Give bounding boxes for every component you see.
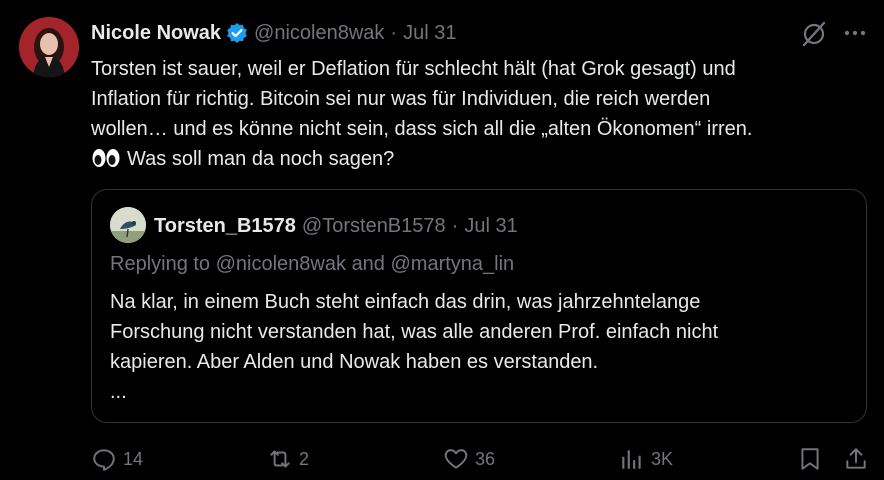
- views-count: 3K: [651, 448, 674, 469]
- quoted-header-separator: ·: [451, 214, 459, 237]
- quoted-author-avatar[interactable]: [110, 207, 146, 243]
- reply-icon: [93, 449, 115, 471]
- mention-link[interactable]: @martyna_lin: [391, 253, 515, 275]
- tweet-text-line: Inflation für richtig. Bitcoin sei nur w…: [91, 88, 711, 110]
- quoted-author-name[interactable]: Torsten_B1578: [154, 215, 296, 238]
- tweet-text: Torsten ist sauer, weil er Deflation für…: [91, 54, 871, 174]
- like-icon: [444, 449, 468, 469]
- header-separator: ·: [390, 21, 398, 44]
- views-button[interactable]: 3K: [619, 444, 673, 474]
- reply-button[interactable]: 14: [91, 444, 143, 474]
- views-icon: [622, 450, 641, 469]
- repost-icon: [270, 450, 290, 468]
- replying-to-prefix: Replying to: [110, 253, 211, 275]
- author-avatar[interactable]: [19, 17, 79, 77]
- quoted-tweet-text: Na klar, in einem Buch steht einfach das…: [110, 287, 850, 407]
- reply-count: 14: [123, 448, 144, 469]
- quoted-text-line: ...: [110, 381, 127, 403]
- bookmark-icon: [801, 448, 819, 470]
- repost-count: 2: [299, 448, 310, 469]
- bookmark-button[interactable]: [797, 444, 829, 474]
- quoted-tweet[interactable]: Torsten_B1578 @TorstenB1578 · Jul 31 Rep…: [91, 189, 867, 423]
- more-icon[interactable]: [842, 22, 868, 44]
- tweet-text-line: wollen… und es könne nicht sein, dass si…: [91, 118, 753, 140]
- verified-badge-icon[interactable]: [226, 22, 248, 44]
- author-handle[interactable]: @nicolen8wak: [254, 22, 384, 45]
- replying-to-and: and: [351, 253, 385, 275]
- quoted-tweet-date: Jul 31: [464, 214, 518, 237]
- grok-icon[interactable]: [800, 20, 828, 48]
- like-button[interactable]: 36: [443, 444, 495, 474]
- tweet-date[interactable]: Jul 31: [403, 22, 456, 45]
- tweet-header: Nicole Nowak @nicolen8wak · Jul 31: [91, 19, 456, 47]
- replying-to: Replying to @nicolen8wak and @martyna_li…: [110, 253, 514, 276]
- share-button[interactable]: [843, 444, 875, 474]
- quoted-tweet-header: Torsten_B1578 @TorstenB1578 · Jul 31: [154, 212, 518, 240]
- tweet-text-line: Was soll man da noch sagen?: [127, 148, 395, 170]
- quoted-text-line: Na klar, in einem Buch steht einfach das…: [110, 291, 701, 313]
- share-icon: [846, 448, 866, 469]
- tweet-text-line: Torsten ist sauer, weil er Deflation für…: [91, 58, 736, 80]
- like-count: 36: [475, 448, 496, 469]
- quoted-text-line: Forschung nicht verstanden hat, was alle…: [110, 321, 719, 343]
- quoted-text-line: kapieren. Aber Alden und Nowak haben es …: [110, 351, 599, 373]
- eyes-emoji-icon: [91, 147, 121, 167]
- repost-button[interactable]: 2: [267, 444, 309, 474]
- action-bar: 14 2 36 3K: [91, 444, 871, 474]
- author-name[interactable]: Nicole Nowak: [91, 22, 221, 45]
- quoted-author-handle[interactable]: @TorstenB1578: [302, 215, 446, 238]
- tweet-text-line-4: Was soll man da noch sagen?: [91, 144, 871, 174]
- mention-link[interactable]: @nicolen8wak: [216, 253, 346, 275]
